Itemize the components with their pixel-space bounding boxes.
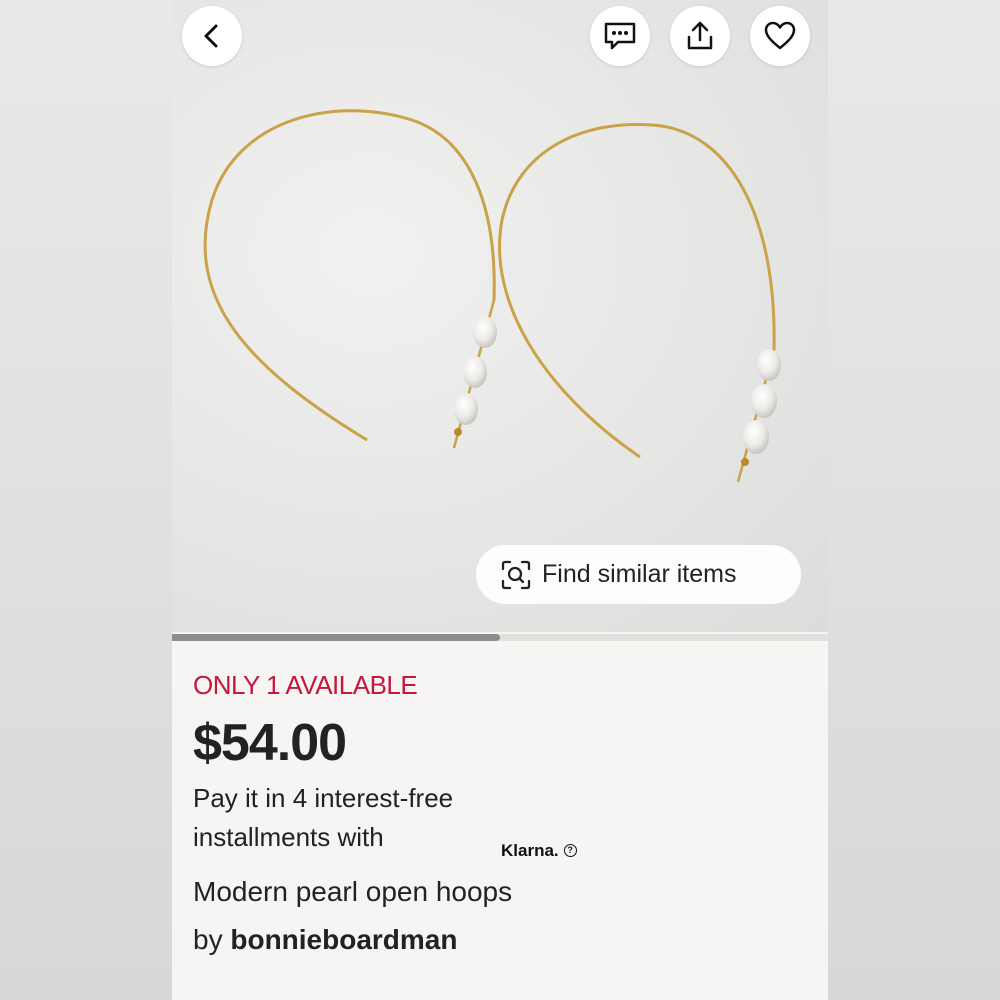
back-button[interactable] — [182, 6, 242, 66]
favorite-button[interactable] — [750, 6, 810, 66]
question-circle-icon[interactable]: ? — [563, 844, 577, 857]
product-info: ONLY 1 AVAILABLE $54.00 Pay it in 4 inte… — [193, 670, 828, 956]
gallery-progress — [172, 634, 828, 641]
price: $54.00 — [193, 714, 347, 772]
gallery-progress-fill — [172, 634, 500, 641]
listing-screen: Find similar items ONLY 1 AVAILABLE $54.… — [172, 0, 828, 1000]
share-button[interactable] — [670, 6, 730, 66]
share-upload-icon — [687, 21, 713, 50]
installments-line-2: installments with — [193, 822, 384, 852]
seller-prefix: by — [193, 924, 223, 955]
product-title: Modern pearl open hoops — [193, 876, 513, 907]
availability-badge: ONLY 1 AVAILABLE — [193, 670, 418, 700]
message-dots-icon — [604, 22, 636, 50]
seller-line: by bonnieboardman — [193, 924, 828, 956]
product-photo[interactable]: Find similar items — [172, 0, 828, 632]
left-backdrop — [0, 0, 172, 1000]
installments-line-1: Pay it in 4 interest-free — [193, 783, 454, 813]
chevron-left-icon — [204, 24, 218, 48]
find-similar-label: Find similar items — [542, 560, 737, 588]
earrings-image — [203, 109, 781, 483]
heart-icon — [764, 21, 796, 50]
seller-link[interactable]: bonnieboardman — [230, 924, 457, 955]
message-seller-button[interactable] — [590, 6, 650, 66]
klarna-logo: Klarna. — [501, 841, 559, 860]
installments-note: Pay it in 4 interest-free installments w… — [193, 779, 753, 860]
right-backdrop — [828, 0, 1000, 1000]
find-similar-button[interactable]: Find similar items — [476, 545, 801, 604]
visual-search-icon — [501, 560, 531, 589]
klarna-info[interactable]: Klarna. ? — [501, 831, 577, 870]
